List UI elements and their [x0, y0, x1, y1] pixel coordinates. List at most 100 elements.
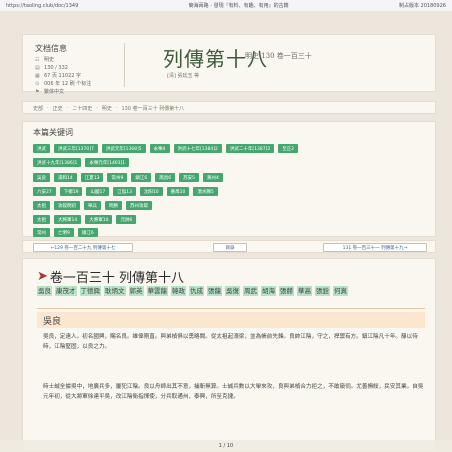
- breadcrumb: 史部 · 正史 · 二十四史 · 明史 · 130 卷一百三十 列傳第十八: [22, 101, 436, 114]
- keyword-tag[interactable]: 沈阳10: [139, 187, 163, 196]
- person-link[interactable]: 耿炳文: [104, 286, 126, 296]
- person-link[interactable]: 華雲龍: [146, 286, 168, 296]
- paragraph: 吳良，定遠人。初名國興，賜名良。雄偉剛直。與弟楨俱以勇略聞。從太祖起濠梁，並為帳…: [43, 334, 418, 350]
- keyword-tag[interactable]: 元帥6: [116, 215, 137, 224]
- info-item: ▤ 130 / 332: [35, 64, 91, 72]
- chapter-title: ➤ 卷一百三十 列傳第十八: [37, 267, 184, 286]
- person-link[interactable]: 張龍: [207, 286, 222, 296]
- keyword-row: 常州 亡明9 鎮江6: [33, 228, 98, 237]
- prev-chapter-button[interactable]: ←129 卷一百二十九 列傳第十七: [33, 243, 133, 252]
- book-icon: ☷: [35, 57, 40, 63]
- keyword-row: 六安27 下鄉19 山國17 江陰13 沈阳10 番禺10 潛水縣5: [33, 187, 218, 196]
- keyword-row: 洪武 洪武三年[1370]7 洪武元年[1368]5 永樂4 洪武十七年[1384]2 洪…: [33, 144, 299, 153]
- browser-topbar: https://taoling.club/doc/1349 簡海兩路 - 發現『…: [0, 0, 452, 11]
- info-item: ☷ 明史: [35, 56, 91, 64]
- keyword-tag[interactable]: 番禺10: [166, 187, 190, 196]
- person-link[interactable]: 吳復: [225, 286, 240, 296]
- author: [清] 張廷玉 等: [167, 73, 200, 79]
- toc-button[interactable]: 目錄: [213, 243, 247, 252]
- keyword-tag[interactable]: 黃州4: [202, 173, 223, 182]
- keyword-tag[interactable]: 洪武十七年[1384]2: [173, 144, 222, 153]
- language-icon: ⚑: [35, 89, 40, 95]
- keyword-tag[interactable]: 南昌6: [155, 173, 176, 182]
- document-header: 文档信息 ☷ 明史 ▤ 130 / 332 ▦ 67 页 11022 字 ⊙ 006 年…: [22, 34, 436, 95]
- keyword-tag[interactable]: 大將軍14: [54, 215, 82, 224]
- breadcrumb-sep: ·: [66, 105, 69, 111]
- keyword-tag[interactable]: 吳良: [33, 173, 50, 182]
- keyword-tag[interactable]: 湯和14: [54, 173, 77, 182]
- person-link[interactable]: 仇成: [189, 286, 204, 296]
- chapter-nav: ←129 卷一百二十九 列傳第十七 目錄 131 卷一百三十一 列傳第十九→: [22, 240, 436, 253]
- info-book-link[interactable]: 明史: [44, 56, 54, 64]
- keyword-tag[interactable]: 永樂元年[1403]1: [85, 158, 130, 167]
- info-title: 文档信息: [35, 44, 67, 53]
- keyword-tag[interactable]: 洪武二十年[1387]2: [225, 144, 275, 153]
- paragraph: 時士誠全據吳中，地廣兵多，屢犯江陰。良以舟師出其不意，捕斬無算。士誠兵數以大舉來…: [43, 384, 424, 400]
- next-chapter-button[interactable]: 131 卷一百三十一 列傳第十九→: [323, 243, 427, 252]
- breadcrumb-item[interactable]: 正史: [53, 105, 63, 112]
- info-volume: 130 / 332: [44, 65, 68, 71]
- page-subtitle: 明史 130 卷一百三十: [245, 52, 312, 60]
- person-link[interactable]: 何真: [333, 286, 348, 296]
- keyword-tag[interactable]: 常州9: [107, 173, 128, 182]
- keyword-tag[interactable]: 洪武元年[1368]5: [101, 144, 146, 153]
- info-item: ▦ 67 页 11022 字: [35, 72, 91, 80]
- keyword-row: 太祖 大將軍14 大將軍10 元帥6: [33, 215, 137, 224]
- info-pages: 67 页 11022 字: [44, 73, 82, 79]
- breadcrumb-item[interactable]: 史部: [33, 105, 43, 112]
- person-link[interactable]: 郭英: [128, 286, 144, 296]
- person-link[interactable]: 張銓: [315, 286, 330, 296]
- keyword-tag[interactable]: 大將軍10: [85, 215, 113, 224]
- keyword-tag[interactable]: 鎮江6: [77, 228, 98, 237]
- annotation-icon: ⊙: [35, 81, 40, 87]
- keyword-tag[interactable]: 苏州攻取: [126, 201, 152, 210]
- keyword-tag[interactable]: 苏安5: [179, 173, 199, 182]
- section-title: 吳良: [37, 312, 425, 328]
- keyword-tag[interactable]: 太祖: [33, 201, 50, 210]
- info-language: 繁体中文: [44, 89, 65, 95]
- person-link[interactable]: 丁德興: [79, 286, 101, 296]
- divider: [37, 308, 425, 309]
- keyword-tag[interactable]: 明勝: [105, 201, 122, 210]
- version-date: 制占版本 20180926: [398, 3, 446, 9]
- keyword-tag[interactable]: 太祖: [33, 215, 50, 224]
- divider: [124, 43, 125, 87]
- info-list: ☷ 明史 ▤ 130 / 332 ▦ 67 页 11022 字 ⊙ 006 年 12 刷…: [35, 56, 91, 96]
- person-link[interactable]: 吳良: [37, 286, 52, 296]
- keyword-tag[interactable]: 潛水縣5: [193, 187, 218, 196]
- people-list: 吳良 康茂才 丁德興 耿炳文 郭英 華雲龍 韓政 仇成 張龍 吳復 周武 胡海 張赫 華高 張銓 何真: [37, 286, 425, 296]
- pages-icon: ▦: [35, 73, 40, 79]
- info-item: ⊙ 006 年 12 刷 个标注: [35, 80, 91, 88]
- keyword-tag[interactable]: 江陰13: [113, 187, 136, 196]
- volume-icon: ▤: [35, 65, 40, 71]
- main-content: ➤ 卷一百三十 列傳第十八 吳良 康茂才 丁德興 耿炳文 郭英 華雲龍 韓政 仇成 張龍 吳復 周武胡…: [22, 258, 436, 452]
- keyword-title: 本篇关键词: [33, 128, 73, 137]
- page-tab-title: 簡海兩路 - 發現『有料、有趣、有用』的古籍: [188, 3, 289, 9]
- url-text[interactable]: https://taoling.club/doc/1349: [6, 3, 78, 9]
- keyword-tag[interactable]: 至正2: [278, 144, 299, 153]
- person-link[interactable]: 韓政: [171, 286, 186, 296]
- keyword-row: 吳良 湯和14 江夏13 常州9 鎮江6 南昌6 苏安5 黃州4: [33, 173, 223, 182]
- keyword-tag[interactable]: 永樂4: [149, 144, 170, 153]
- keyword-tag[interactable]: 舉兵: [84, 201, 101, 210]
- keyword-tag[interactable]: 山國17: [86, 187, 110, 196]
- person-link[interactable]: 張赫: [279, 286, 294, 296]
- keyword-tag[interactable]: 下鄉19: [59, 187, 83, 196]
- keyword-tag[interactable]: 江夏13: [80, 173, 104, 182]
- keyword-panel: 本篇关键词 洪武 洪武三年[1370]7 洪武元年[1368]5 永樂4 洪武十七年[1…: [22, 121, 436, 237]
- keyword-tag[interactable]: 常州: [33, 228, 50, 237]
- keyword-tag[interactable]: 洪武十九年[1386]1: [33, 158, 82, 167]
- person-link[interactable]: 康茂才: [55, 286, 77, 296]
- breadcrumb-item[interactable]: 明史: [102, 105, 112, 112]
- keyword-tag[interactable]: 攻殺明初: [54, 201, 80, 210]
- keyword-tag[interactable]: 洪武: [33, 144, 50, 153]
- breadcrumb-item[interactable]: 二十四史: [72, 105, 92, 112]
- breadcrumb-sep: ·: [47, 105, 49, 111]
- keyword-tag[interactable]: 亡明9: [54, 228, 74, 237]
- person-link[interactable]: 周武: [243, 286, 258, 296]
- keyword-tag[interactable]: 洪武三年[1370]7: [54, 144, 98, 153]
- keyword-tag[interactable]: 鎮江6: [131, 173, 152, 182]
- person-link[interactable]: 華高: [297, 286, 312, 296]
- person-link[interactable]: 胡海: [261, 286, 276, 296]
- keyword-tag[interactable]: 六安27: [33, 187, 56, 196]
